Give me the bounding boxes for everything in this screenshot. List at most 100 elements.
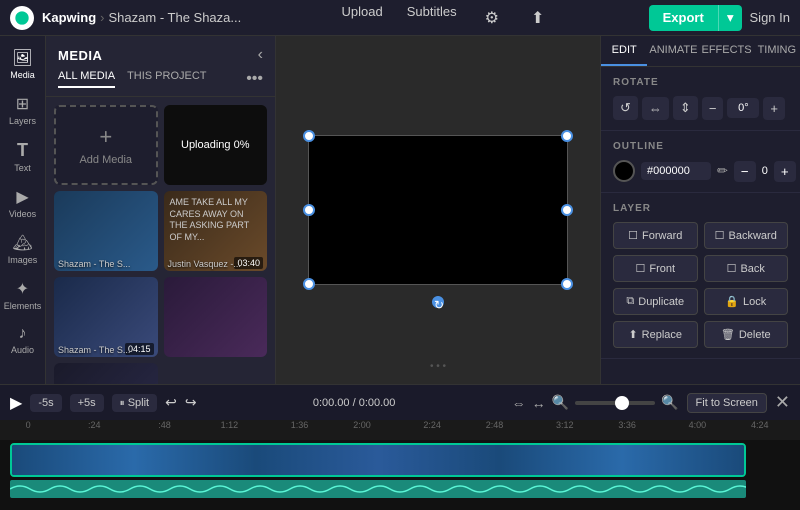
upload-link[interactable]: Upload (342, 4, 383, 32)
redo-button[interactable]: ↪ (185, 394, 197, 411)
video-track[interactable] (10, 443, 746, 477)
layer-front-button[interactable]: ☐ Front (613, 255, 698, 282)
sidebar-label-videos: Videos (9, 209, 36, 219)
media-tabs: ALL MEDIA THIS PROJECT ••• (46, 70, 275, 97)
upload-overlay: Uploading 0% (164, 105, 268, 185)
outline-minus-button[interactable]: − (734, 161, 756, 182)
outline-section: OUTLINE ✏ − 0 + (601, 131, 800, 193)
undo-button[interactable]: ↩ (165, 394, 177, 411)
timeline-ruler: 0 :24 :48 1:12 1:36 2:00 2:24 2:48 3:12 … (0, 420, 800, 440)
media-thumb-uploading[interactable]: Uploading 0% (164, 105, 268, 185)
layer-replace-button[interactable]: ⬆ Replace (613, 321, 698, 348)
zoom-split-icon[interactable]: ⇔ (512, 395, 526, 411)
handle-top-right[interactable] (561, 130, 573, 142)
zoom-resize-icon[interactable]: ↔ (532, 395, 546, 411)
time-total: 0:00.00 (359, 397, 396, 409)
ruler-mark-112: 1:12 (221, 420, 239, 430)
back-icon: ☐ (727, 262, 737, 275)
share-icon[interactable]: ⬆ (527, 4, 548, 32)
sidebar-label-media: Media (10, 70, 35, 80)
layer-back-button[interactable]: ☐ Back (704, 255, 789, 282)
rotate-minus-button[interactable]: − (702, 97, 724, 120)
media-thumb-3[interactable]: 04:15 Shazam - The S... (54, 277, 158, 357)
canvas-black[interactable]: ↻ (308, 135, 568, 285)
videos-icon: ▶ (16, 187, 28, 207)
subtitles-link[interactable]: Subtitles (407, 4, 457, 32)
handle-mid-left[interactable] (303, 204, 315, 216)
split-label: Split (128, 397, 149, 409)
outline-edit-button[interactable]: ✏ (717, 163, 728, 179)
rotate-flip-v-button[interactable]: ⇕ (673, 96, 698, 120)
forward-icon: ☐ (628, 229, 638, 242)
media-thumb-4[interactable] (164, 277, 268, 357)
handle-mid-right[interactable] (561, 204, 573, 216)
outline-color-input[interactable] (641, 162, 711, 180)
add-media-button[interactable]: + Add Media (54, 105, 158, 185)
brand-name[interactable]: Kapwing (42, 10, 96, 25)
add-media-label: Add Media (79, 154, 132, 166)
audio-track[interactable] (10, 480, 746, 498)
tab-edit[interactable]: EDIT (601, 36, 647, 66)
media-icon: 🖼 (12, 48, 32, 68)
split-button[interactable]: ⏸ Split (112, 394, 157, 412)
fit-to-screen-button[interactable]: Fit to Screen (687, 393, 767, 413)
tab-this-project[interactable]: THIS PROJECT (127, 70, 206, 88)
settings-icon[interactable]: ⚙ (481, 4, 503, 32)
media-thumb-2[interactable]: AME TAKE ALL MY CARES AWAY ON THE ASKING… (164, 191, 268, 271)
rotate-ccw-button[interactable]: ↺ (613, 96, 638, 120)
handle-top-left[interactable] (303, 130, 315, 142)
zoom-slider[interactable] (575, 401, 655, 405)
media-panel-collapse-button[interactable]: ‹ (258, 46, 263, 64)
lock-icon: 🔒 (725, 295, 739, 308)
export-button[interactable]: Export (649, 5, 718, 31)
ruler-mark-424: 4:24 (751, 420, 769, 430)
skip-forward-button[interactable]: +5s (70, 394, 104, 412)
tab-effects[interactable]: EFFECTS (699, 36, 753, 66)
media-more-button[interactable]: ••• (246, 70, 263, 88)
handle-bottom-left[interactable] (303, 278, 315, 290)
project-name[interactable]: Shazam - The Shaza... (109, 10, 242, 25)
outline-plus-button[interactable]: + (774, 161, 796, 182)
layer-duplicate-button[interactable]: ⧉ Duplicate (613, 288, 698, 315)
sidebar-item-videos[interactable]: ▶ Videos (2, 181, 44, 225)
rotate-value-input[interactable] (727, 98, 759, 118)
ruler-mark-224: 2:24 (423, 420, 441, 430)
bottom-controls: ▶ -5s +5s ⏸ Split ↩ ↪ 0:00.00 / 0:00.00 … (0, 384, 800, 420)
sidebar-item-elements[interactable]: ✦ Elements (2, 273, 44, 317)
layer-delete-button[interactable]: 🗑 Delete (704, 321, 789, 348)
sidebar-label-layers: Layers (9, 116, 36, 126)
outline-color-swatch[interactable] (613, 160, 635, 182)
outline-title: OUTLINE (613, 141, 788, 152)
sign-in-button[interactable]: Sign In (750, 10, 790, 25)
ruler-mark-24: :24 (88, 420, 101, 430)
export-dropdown-button[interactable]: ▾ (718, 5, 742, 31)
media-grid: + Add Media Uploading 0% Shazam - The S.… (46, 97, 275, 384)
media-thumb-1[interactable]: Shazam - The S... (54, 191, 158, 271)
skip-back-button[interactable]: -5s (30, 394, 61, 412)
close-timeline-button[interactable]: ✕ (775, 392, 790, 413)
front-icon: ☐ (635, 262, 645, 275)
sidebar-item-audio[interactable]: ♪ Audio (2, 319, 44, 361)
layer-backward-button[interactable]: ☐ Backward (704, 222, 789, 249)
rotate-flip-h-button[interactable]: ⇔ (642, 97, 669, 120)
thumb-label-2: Justin Vasquez -... (168, 259, 241, 269)
rotate-plus-button[interactable]: + (763, 97, 785, 120)
tab-timing[interactable]: TIMING (754, 36, 800, 66)
layer-lock-button[interactable]: 🔒 Lock (704, 288, 789, 315)
zoom-in-button[interactable]: 🔍 (661, 394, 678, 411)
tab-animate[interactable]: ANIMATE (647, 36, 699, 66)
handle-bottom-right[interactable] (561, 278, 573, 290)
tab-all-media[interactable]: ALL MEDIA (58, 70, 115, 88)
audio-icon: ♪ (19, 325, 27, 343)
sidebar-item-layers[interactable]: ⊞ Layers (2, 88, 44, 132)
media-thumb-5[interactable] (54, 363, 158, 384)
sidebar-item-media[interactable]: 🖼 Media (2, 42, 44, 86)
layer-title: LAYER (613, 203, 788, 214)
play-button[interactable]: ▶ (10, 393, 22, 413)
sidebar-item-text[interactable]: T Text (2, 134, 44, 179)
upload-status-text: Uploading 0% (181, 139, 250, 151)
layer-forward-button[interactable]: ☐ Forward (613, 222, 698, 249)
sidebar-item-images[interactable]: 🏔 Images (2, 227, 44, 271)
handle-rotate[interactable]: ↻ (432, 296, 444, 308)
zoom-out-button[interactable]: 🔍 (552, 394, 569, 411)
